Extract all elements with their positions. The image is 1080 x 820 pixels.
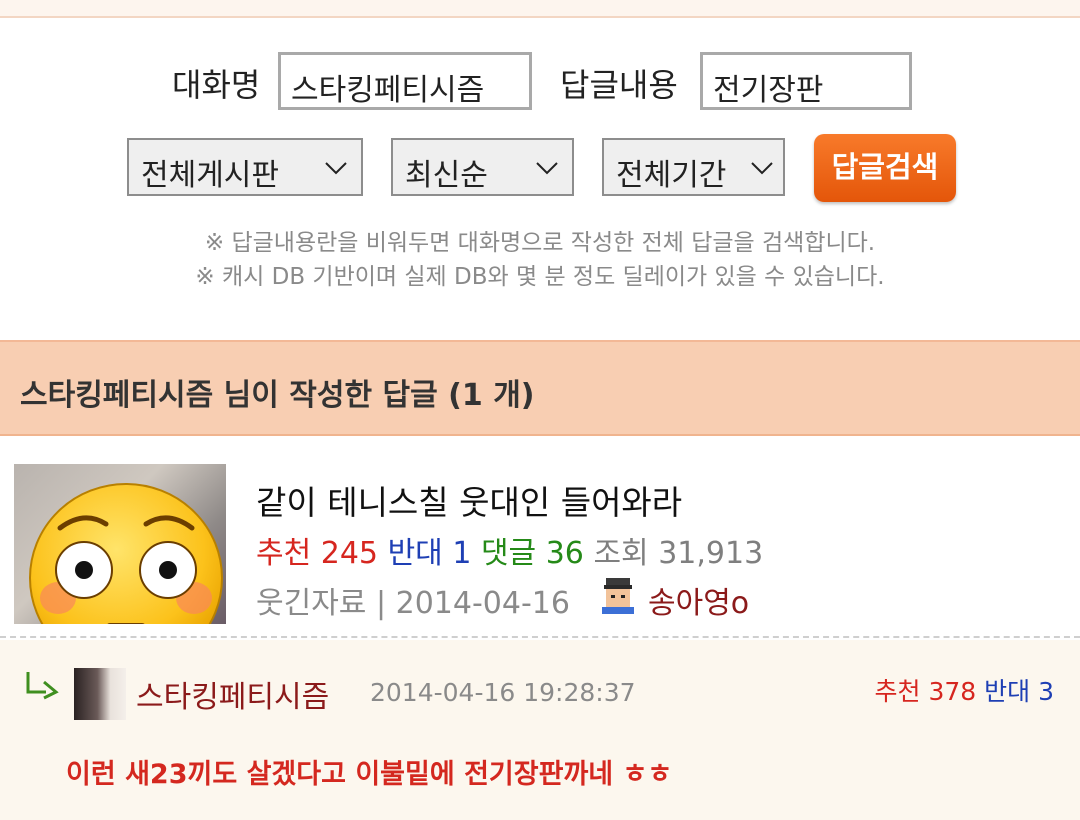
post-meta: 웃긴자료 | 2014-04-16 [256, 578, 570, 622]
comments-label: 댓글 [480, 536, 537, 571]
user-level-icon [602, 578, 634, 614]
post-author[interactable]: 송아영o [648, 578, 749, 622]
content-label: 답글내용 [560, 66, 678, 104]
views-label: 조회 [593, 536, 649, 571]
reply-recommend-label: 추천 [874, 677, 921, 706]
reply-votes: 추천 378 반대 3 [874, 672, 1054, 708]
views-count: 31,913 [658, 536, 764, 571]
recommend-count: 245 [320, 536, 379, 571]
reply-recommend-count: 378 [928, 677, 977, 706]
results-header: 스타킹페티시즘 님이 작성한 답글 (1 개) [0, 340, 1080, 436]
recommend-label: 추천 [256, 536, 312, 571]
reply-text: 이런 새23끼도 살겠다고 이불밑에 전기장판까네 ㅎㅎ [66, 759, 673, 790]
period-select[interactable]: 전체기간 [602, 138, 785, 196]
content-input[interactable]: 전기장판 [700, 52, 912, 110]
note-line-1: ※ 답글내용란을 비워두면 대화명으로 작성한 전체 답글을 검색합니다. [204, 230, 876, 256]
reply-oppose-count: 3 [1038, 677, 1054, 706]
reply-author[interactable]: 스타킹페티시즘 [136, 672, 329, 716]
post-title[interactable]: 같이 테니스칠 웃대인 들어와라 [256, 476, 682, 524]
period-select-value: 전체기간 [616, 158, 727, 193]
oppose-label: 반대 [387, 536, 443, 571]
avatar[interactable] [74, 668, 126, 720]
chevron-down-icon [536, 162, 558, 175]
results-header-text: 스타킹페티시즘 님이 작성한 답글 (1 개) [20, 378, 535, 413]
sort-select[interactable]: 최신순 [391, 138, 574, 196]
oppose-count: 1 [452, 536, 472, 571]
post-item[interactable]: 같이 테니스칠 웃대인 들어와라 추천 245 반대 1 댓글 36 조회 31… [0, 438, 1080, 638]
top-strip [0, 0, 1080, 18]
reply-datetime: 2014-04-16 19:28:37 [370, 678, 636, 707]
reply-arrow-icon [26, 672, 59, 700]
nickname-input[interactable]: 스타킹페티시즘 [278, 52, 532, 110]
reply-item: 스타킹페티시즘 2014-04-16 19:28:37 추천 378 반대 3 … [0, 640, 1080, 820]
note-line-2: ※ 캐시 DB 기반이며 실제 DB와 몇 분 정도 딜레이가 있을 수 있습니… [195, 264, 885, 290]
meta-separator: | [375, 586, 387, 621]
board-select-value: 전체게시판 [141, 158, 279, 193]
search-form-row1: 대화명 스타킹페티시즘 답글내용 전기장판 [0, 52, 1080, 112]
search-form-row2: 전체게시판 최신순 전체기간 답글검색 [0, 134, 1080, 202]
post-thumbnail[interactable] [14, 464, 226, 624]
reply-oppose-label: 반대 [984, 677, 1031, 706]
post-category[interactable]: 웃긴자료 [256, 586, 366, 621]
nickname-label: 대화명 [172, 66, 261, 104]
flushed-emoji-icon [29, 483, 223, 624]
chevron-down-icon [325, 162, 347, 175]
post-stats: 추천 245 반대 1 댓글 36 조회 31,913 [256, 528, 763, 572]
board-select[interactable]: 전체게시판 [127, 138, 363, 196]
reply-search-button[interactable]: 답글검색 [814, 134, 956, 202]
post-date: 2014-04-16 [395, 586, 570, 621]
sort-select-value: 최신순 [405, 158, 488, 193]
chevron-down-icon [751, 162, 773, 175]
comments-count: 36 [545, 536, 584, 571]
search-notes: ※ 답글내용란을 비워두면 대화명으로 작성한 전체 답글을 검색합니다. ※ … [0, 226, 1080, 294]
